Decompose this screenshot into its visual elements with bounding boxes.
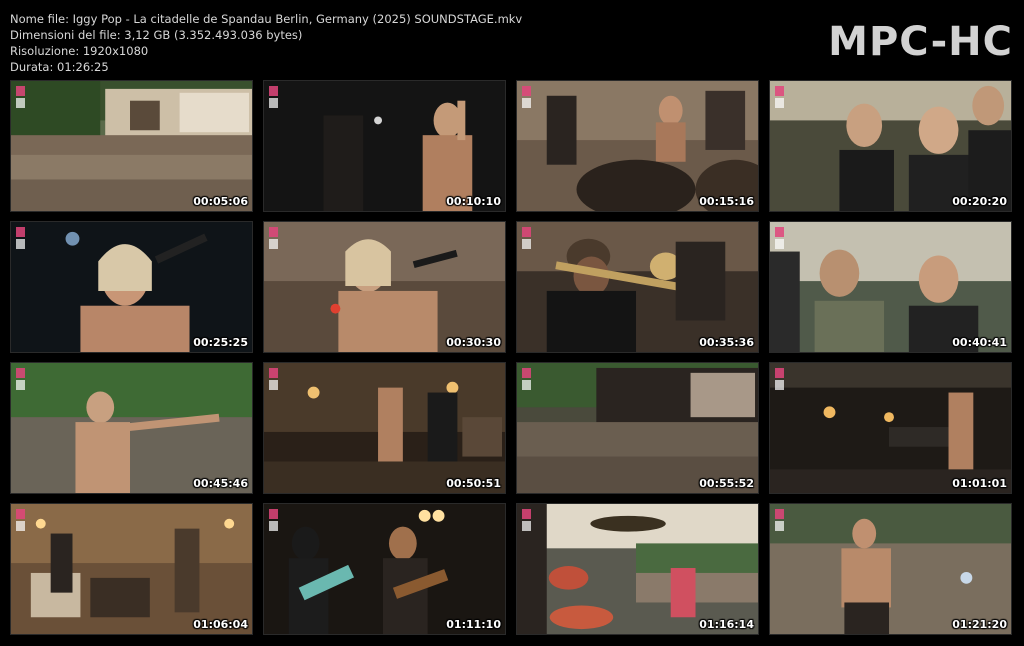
frame-image [770,363,1011,493]
timestamp: 01:01:01 [952,477,1007,490]
frame-image [11,504,252,634]
channel-logo-icon [775,509,784,531]
thumbnail: 01:21:20 [769,503,1012,635]
timestamp: 00:15:16 [699,195,754,208]
mpc-hc-logo: MPC-HC [828,19,1013,65]
thumbnail: 01:01:01 [769,362,1012,494]
channel-logo-icon [269,368,278,390]
timestamp: 01:16:14 [699,618,754,631]
timestamp: 00:45:46 [193,477,248,490]
channel-logo-icon [269,509,278,531]
timestamp: 00:25:25 [193,336,248,349]
thumbnail: 00:25:25 [10,221,253,353]
timestamp: 01:06:04 [193,618,248,631]
timestamp: 00:30:30 [446,336,501,349]
thumbnail: 00:05:06 [10,80,253,212]
resolution-line: Risoluzione: 1920x1080 [10,44,149,58]
thumbnail: 00:20:20 [769,80,1012,212]
frame-image [770,222,1011,352]
thumbnail: 00:40:41 [769,221,1012,353]
thumbnail: 00:15:16 [516,80,759,212]
frame-image [264,222,505,352]
timestamp: 00:50:51 [446,477,501,490]
timestamp: 00:40:41 [952,336,1007,349]
channel-logo-icon [522,86,531,108]
frame-image [11,363,252,493]
frame-image [517,504,758,634]
timestamp: 00:20:20 [952,195,1007,208]
frame-image [517,222,758,352]
channel-logo-icon [775,368,784,390]
channel-logo-icon [269,227,278,249]
thumbnail: 00:55:52 [516,362,759,494]
timestamp: 00:10:10 [446,195,501,208]
timestamp: 00:35:36 [699,336,754,349]
duration-line: Durata: 01:26:25 [10,60,109,74]
thumbnail: 00:45:46 [10,362,253,494]
channel-logo-icon [16,86,25,108]
timestamp: 00:55:52 [699,477,754,490]
thumbnail: 00:30:30 [263,221,506,353]
thumbnail: 00:10:10 [263,80,506,212]
frame-image [264,504,505,634]
channel-logo-icon [775,227,784,249]
frame-image [264,81,505,211]
file-name-line: Nome file: Iggy Pop - La citadelle de Sp… [10,12,523,26]
channel-logo-icon [16,368,25,390]
thumbnail: 01:06:04 [10,503,253,635]
timestamp: 01:11:10 [446,618,501,631]
frame-image [264,363,505,493]
frame-image [11,222,252,352]
frame-image [517,81,758,211]
channel-logo-icon [775,86,784,108]
channel-logo-icon [522,509,531,531]
file-size-line: Dimensioni del file: 3,12 GB (3.352.493.… [10,28,303,42]
timestamp: 01:21:20 [952,618,1007,631]
channel-logo-icon [269,86,278,108]
channel-logo-icon [522,227,531,249]
frame-image [770,81,1011,211]
thumbnail-grid: 00:05:06 00:10:10 00:15:16 00:20:20 00:2… [10,80,1013,635]
thumbnail: 01:11:10 [263,503,506,635]
frame-image [517,363,758,493]
timestamp: 00:05:06 [193,195,248,208]
channel-logo-icon [16,227,25,249]
frame-image [11,81,252,211]
thumbnail: 01:16:14 [516,503,759,635]
channel-logo-icon [522,368,531,390]
thumbnail: 00:50:51 [263,362,506,494]
file-info: Nome file: Iggy Pop - La citadelle de Sp… [10,11,522,75]
frame-image [770,504,1011,634]
channel-logo-icon [16,509,25,531]
thumbnail: 00:35:36 [516,221,759,353]
